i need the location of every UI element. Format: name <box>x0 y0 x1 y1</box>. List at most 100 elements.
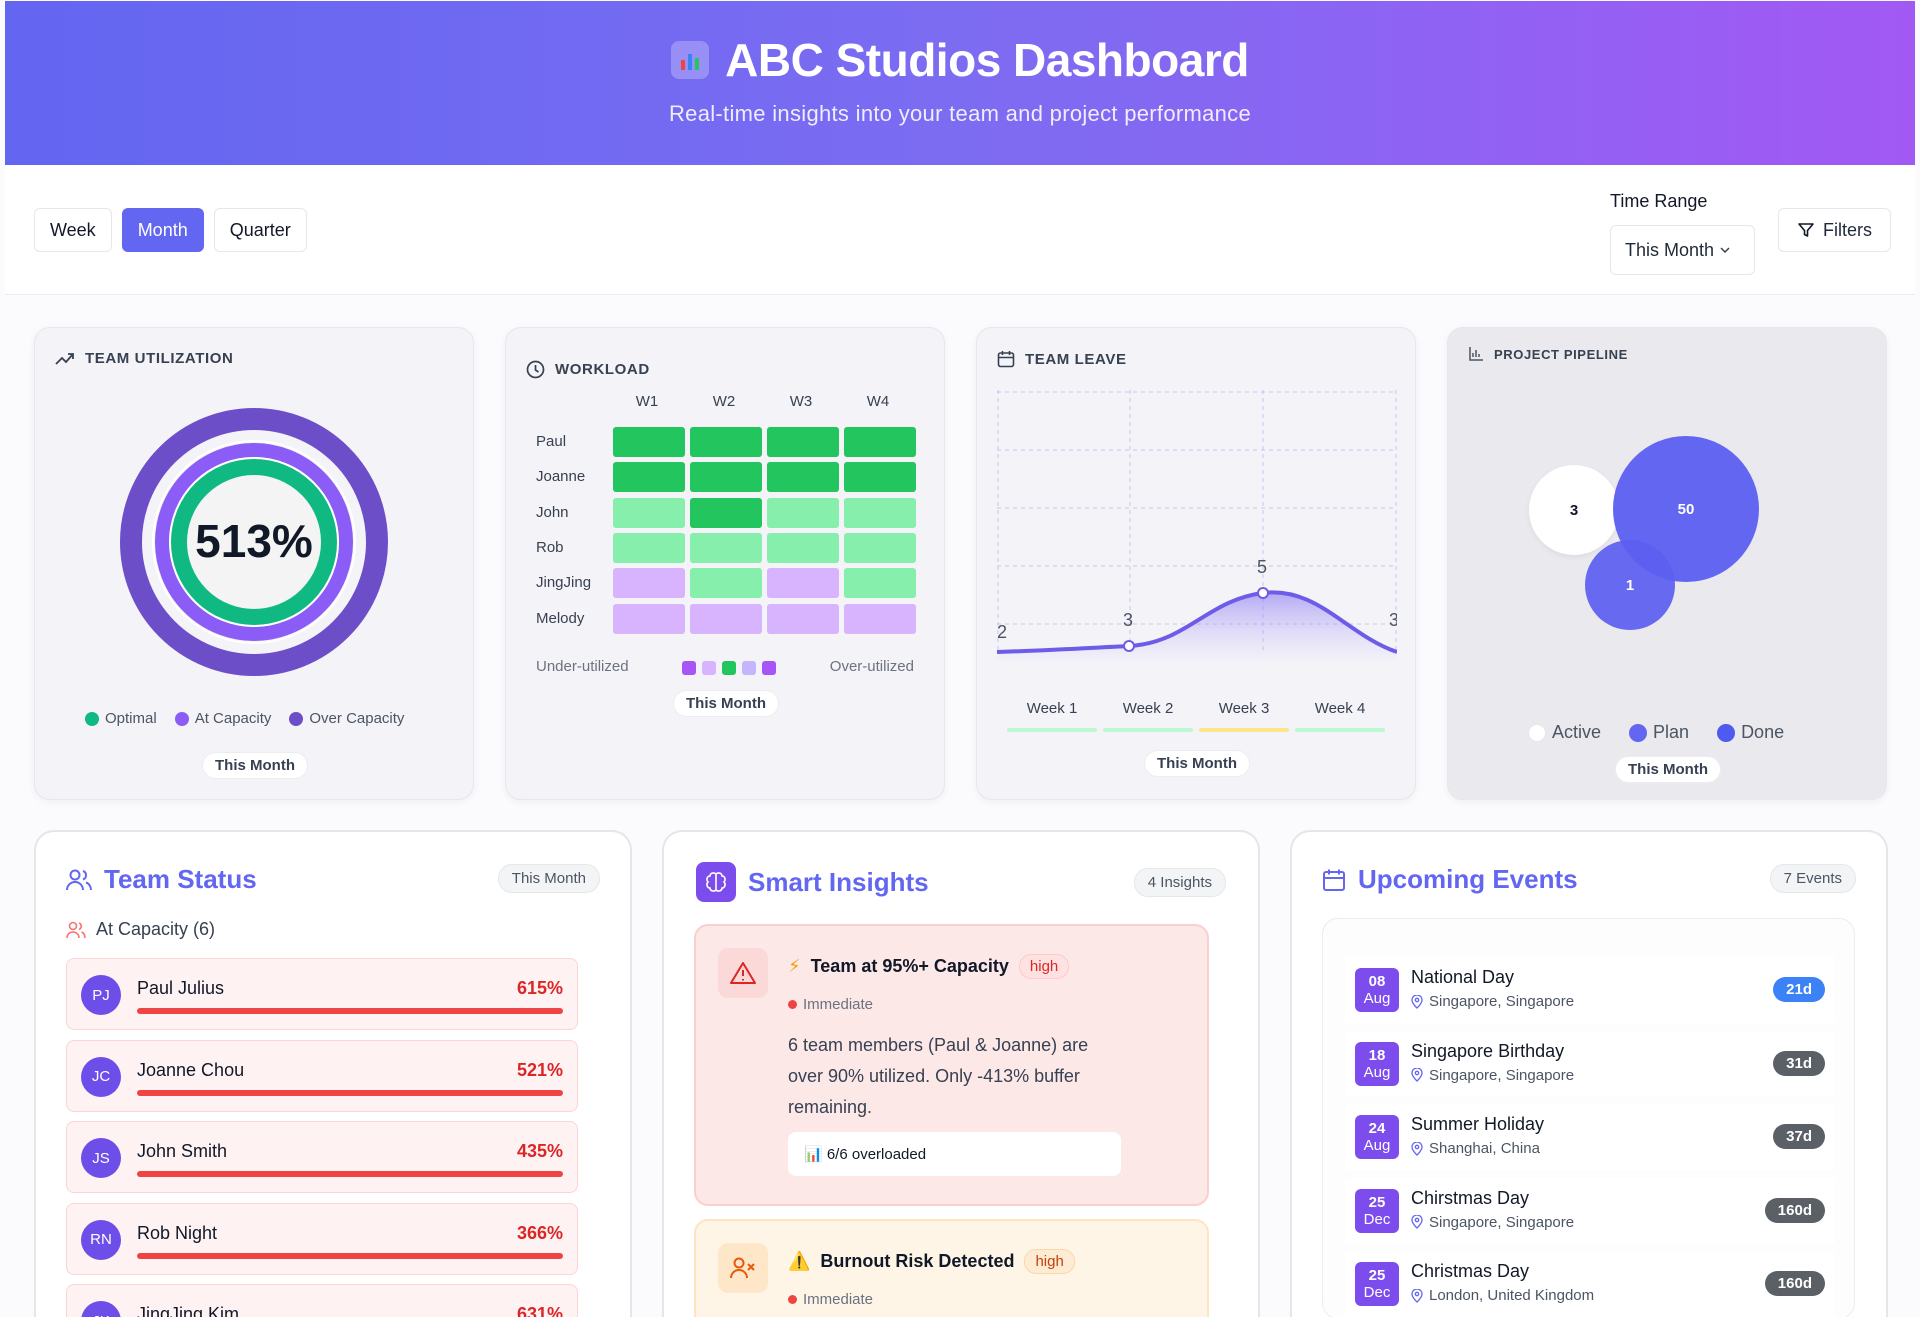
group-label-text: At Capacity (6) <box>96 919 216 939</box>
workload-row-name: Joanne <box>536 468 586 486</box>
event-location: Singapore, Singapore <box>1411 1067 1574 1084</box>
workload-cell[interactable] <box>844 568 916 599</box>
workload-cell[interactable] <box>613 603 685 634</box>
scale-swatch <box>702 661 716 675</box>
event-location: Singapore, Singapore <box>1411 993 1574 1010</box>
period-month-button[interactable]: Month <box>121 208 204 252</box>
period-quarter-button[interactable]: Quarter <box>213 208 307 252</box>
card-title: TEAM UTILIZATION <box>55 350 233 367</box>
event-location: Shanghai, China <box>1411 1140 1540 1157</box>
event-date: 08 Aug <box>1355 968 1399 1012</box>
leave-title: TEAM LEAVE <box>1025 350 1127 368</box>
event-item[interactable]: 18 Aug Singapore Birthday Singapore, Singap… <box>1345 1030 1835 1097</box>
priority-tag: high <box>1018 954 1070 979</box>
week-header: W2 <box>712 393 736 410</box>
event-name: National Day <box>1411 967 1515 987</box>
event-item[interactable]: 24 Aug Summer Holiday Shanghai, China 37d <box>1345 1104 1835 1170</box>
workload-scale <box>682 661 776 675</box>
page-title: ABC Studios Dashboard <box>725 34 1249 86</box>
insight-card-capacity[interactable]: ⚡ Team at 95%+ Capacity high Immediate 6… <box>694 924 1209 1206</box>
workload-cell[interactable] <box>844 427 916 457</box>
event-item[interactable]: 25 Dec Chirstmas Day Singapore, Singapore 16… <box>1345 1177 1835 1244</box>
legend-label: Active <box>1552 722 1602 742</box>
member-utilization: 631% <box>516 1304 563 1317</box>
team-member-row[interactable]: PJ Paul Julius 615% <box>66 958 578 1030</box>
event-item[interactable]: 25 Dec Christmas Day London, United Kingdom… <box>1345 1251 1835 1317</box>
team-member-row[interactable]: JS John Smith 435% <box>66 1121 578 1193</box>
upcoming-events-panel: Upcoming Events 7 Events 08 Aug National D… <box>1290 830 1888 1317</box>
workload-cell[interactable] <box>767 427 839 457</box>
legend-plan: Plan <box>1629 722 1689 743</box>
leave-point-label: 3 <box>1123 610 1133 630</box>
team-member-row[interactable]: JK JingJing Kim 631% <box>66 1284 578 1317</box>
events-count-badge: 7 Events <box>1769 864 1856 893</box>
event-day: 25 <box>1368 1193 1386 1211</box>
workload-cell[interactable] <box>767 603 839 634</box>
period-week-button[interactable]: Week <box>34 208 112 252</box>
map-pin-icon <box>1411 1068 1423 1082</box>
status-dot <box>788 1295 797 1304</box>
legend-label: At Capacity <box>194 710 272 727</box>
scale-swatch <box>762 661 776 675</box>
time-pill: This Month <box>202 752 308 779</box>
workload-row-name: Rob <box>536 538 564 556</box>
time-pill: This Month <box>673 690 779 717</box>
clock-icon <box>526 360 545 379</box>
over-capacity-dot <box>289 711 304 726</box>
workload-cell[interactable] <box>690 603 762 634</box>
scale-high-label: Over-utilized <box>829 658 914 675</box>
leave-line-chart: 2 3 5 3 <box>997 390 1397 660</box>
insight-card-burnout[interactable]: ⚠️ Burnout Risk Detected high Immediate <box>694 1219 1209 1317</box>
bubble-active[interactable]: 3 <box>1529 465 1619 555</box>
time-pill: This Month <box>1615 756 1721 783</box>
workload-cell[interactable] <box>690 532 762 563</box>
avatar: PJ <box>81 975 121 1015</box>
card-title: PROJECT PIPELINE <box>1468 346 1628 362</box>
workload-cell[interactable] <box>613 462 685 493</box>
workload-cell[interactable] <box>844 603 916 634</box>
workload-cell[interactable] <box>767 462 839 493</box>
filter-icon <box>1798 223 1814 237</box>
event-month: Aug <box>1363 1063 1391 1081</box>
team-member-row[interactable]: RN Rob Night 366% <box>66 1202 578 1275</box>
days-until-badge: 37d <box>1773 1124 1825 1149</box>
workload-cell[interactable] <box>844 497 916 528</box>
event-date: 25 Dec <box>1355 1262 1399 1306</box>
card-title: TEAM LEAVE <box>997 350 1127 368</box>
insight-body: 6 team members (Paul & Joanne) are over … <box>788 1035 1089 1117</box>
bubble-done[interactable]: 1 <box>1585 540 1675 630</box>
event-name: Christmas Day <box>1411 1261 1530 1281</box>
scale-swatch <box>742 661 756 675</box>
legend-label: Over Capacity <box>309 710 405 727</box>
event-item[interactable]: 08 Aug National Day Singapore, Singapore 21d <box>1345 957 1835 1023</box>
workload-cell[interactable] <box>767 568 839 599</box>
workload-cell[interactable] <box>613 532 685 563</box>
workload-row-name: JingJing <box>536 574 592 592</box>
workload-cell[interactable] <box>690 568 762 599</box>
team-member-row[interactable]: JC Joanne Chou 521% <box>66 1039 578 1112</box>
avatar: JC <box>81 1056 121 1097</box>
time-range-select[interactable]: This Month <box>1610 225 1755 275</box>
workload-cell[interactable] <box>767 497 839 528</box>
filters-button[interactable]: Filters <box>1778 208 1891 252</box>
workload-cell[interactable] <box>613 568 685 599</box>
legend-at-capacity: At Capacity <box>174 710 272 727</box>
workload-cell[interactable] <box>844 532 916 563</box>
workload-cell[interactable] <box>690 497 762 528</box>
legend-optimal: Optimal <box>85 710 157 727</box>
workload-row-name: John <box>536 503 569 521</box>
workload-cell[interactable] <box>690 462 762 493</box>
workload-cell[interactable] <box>613 497 685 528</box>
workload-row-name: Paul <box>536 433 567 450</box>
workload-cell[interactable] <box>690 427 762 457</box>
workload-cell[interactable] <box>613 427 685 457</box>
member-name: JingJing Kim <box>137 1304 240 1317</box>
workload-cell[interactable] <box>767 532 839 563</box>
users-icon <box>66 869 92 890</box>
location-text: London, United Kingdom <box>1429 1287 1595 1304</box>
event-name: Summer Holiday <box>1411 1114 1545 1134</box>
event-month: Dec <box>1363 1284 1391 1301</box>
workload-cell[interactable] <box>844 462 916 493</box>
leave-week-label: Week 4 <box>1314 700 1366 717</box>
panel-title: Smart Insights <box>696 862 929 902</box>
